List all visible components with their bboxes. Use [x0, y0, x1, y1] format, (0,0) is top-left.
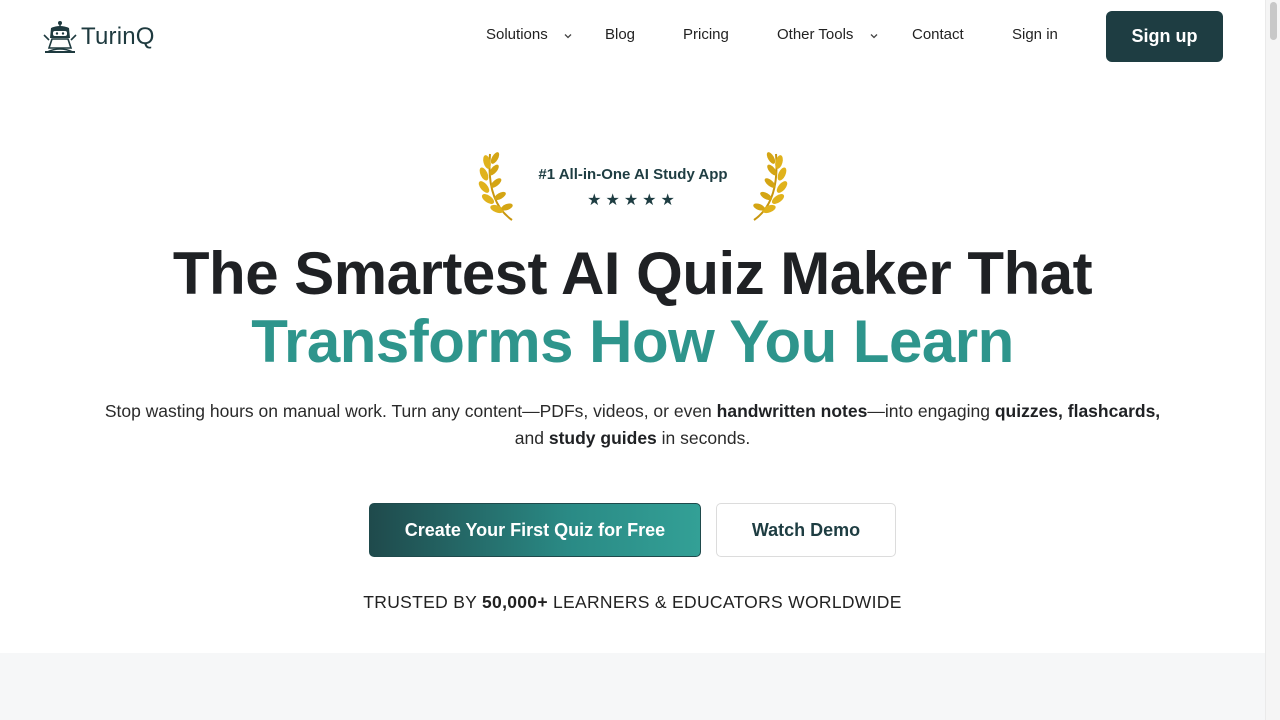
nav-pricing[interactable]: Pricing [683, 26, 729, 43]
sign-up-button[interactable]: Sign up [1106, 11, 1223, 62]
laurel-left-icon [478, 152, 513, 221]
subtext-part: Stop wasting hours on manual work. Turn … [104, 401, 717, 421]
landing-page: TurinQ Solutions Blog Pricing Other Tool… [0, 0, 1265, 720]
trust-count: 50,000+ [482, 592, 548, 612]
sign-in-link[interactable]: Sign in [1012, 26, 1058, 43]
subtext-emphasis: handwritten notes [716, 401, 868, 421]
subtext-part: in seconds. [656, 428, 751, 448]
nav-other-tools[interactable]: Other Tools [777, 26, 853, 43]
page-scrollbar[interactable] [1265, 0, 1280, 720]
site-header: TurinQ Solutions Blog Pricing Other Tool… [0, 0, 1265, 74]
laurel-right-icon [753, 152, 788, 221]
nav-contact[interactable]: Contact [912, 26, 964, 43]
main-nav: Solutions Blog Pricing Other Tools Conta… [0, 26, 1265, 48]
subtext-emphasis: quizzes, flashcards, [994, 401, 1161, 421]
subtext-part: —into engaging [867, 401, 995, 421]
award-badge: #1 All-in-One AI Study App ★★★★★ [478, 146, 788, 224]
trust-statement: TRUSTED BY 50,000+ LEARNERS & EDUCATORS … [0, 592, 1265, 613]
chevron-down-icon[interactable] [869, 31, 879, 41]
chevron-down-icon[interactable] [563, 31, 573, 41]
subtext-emphasis: study guides [548, 428, 657, 448]
hero-headline-accent: Transforms How You Learn [251, 308, 1014, 375]
next-section-band [0, 653, 1265, 720]
watch-demo-button[interactable]: Watch Demo [716, 503, 896, 557]
create-quiz-button[interactable]: Create Your First Quiz for Free [369, 503, 701, 557]
scrollbar-thumb[interactable] [1270, 2, 1277, 40]
hero-headline: The Smartest AI Quiz Maker That [172, 240, 1093, 307]
nav-blog[interactable]: Blog [605, 26, 635, 43]
trust-suffix: LEARNERS & EDUCATORS WORLDWIDE [547, 592, 902, 612]
nav-solutions[interactable]: Solutions [486, 26, 548, 43]
subtext-part: and [514, 428, 549, 448]
hero-subtext: Stop wasting hours on manual work. Turn … [40, 398, 1225, 452]
trust-prefix: TRUSTED BY [363, 592, 482, 612]
